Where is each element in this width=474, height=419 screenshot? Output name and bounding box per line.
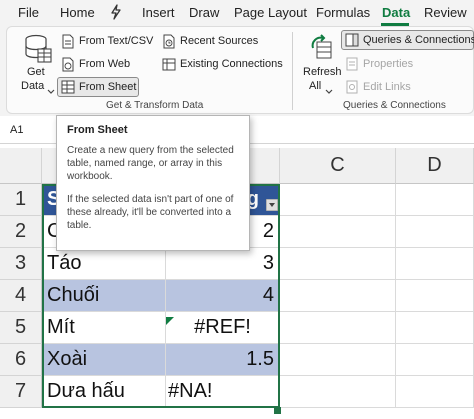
row-header-1[interactable]: 1 bbox=[0, 184, 42, 216]
tab-file[interactable]: File bbox=[18, 5, 39, 20]
cell-d2[interactable] bbox=[396, 216, 474, 248]
recent-sources-button[interactable]: Recent Sources bbox=[180, 35, 258, 47]
chevron-down-icon[interactable] bbox=[325, 82, 333, 100]
from-web-button[interactable]: From Web bbox=[79, 58, 130, 70]
row-header-7[interactable]: 7 bbox=[0, 376, 42, 408]
group-separator bbox=[292, 32, 293, 110]
tab-draw[interactable]: Draw bbox=[189, 5, 219, 20]
cell-b7[interactable]: #NA! bbox=[166, 376, 280, 408]
text-file-icon bbox=[61, 34, 75, 54]
table-icon bbox=[61, 80, 75, 99]
column-header-c[interactable]: C bbox=[280, 148, 396, 184]
cell-b5[interactable]: #REF! bbox=[166, 312, 280, 344]
cell-a4[interactable]: Chuối bbox=[42, 280, 166, 312]
recent-sources-icon bbox=[162, 34, 176, 54]
get-data-button[interactable] bbox=[24, 34, 52, 69]
cell-a5[interactable]: Mít bbox=[42, 312, 166, 344]
cell-d3[interactable] bbox=[396, 248, 474, 280]
tooltip-title: From Sheet bbox=[67, 124, 128, 136]
error-indicator-icon bbox=[166, 312, 174, 330]
name-box[interactable]: A1 bbox=[10, 124, 23, 136]
web-page-icon bbox=[61, 57, 75, 77]
filter-dropdown-icon[interactable] bbox=[265, 198, 279, 216]
select-all-corner[interactable] bbox=[0, 148, 42, 184]
from-text-csv-button[interactable]: From Text/CSV bbox=[79, 35, 153, 47]
tab-insert[interactable]: Insert bbox=[142, 5, 175, 20]
properties-button[interactable]: Properties bbox=[363, 58, 413, 70]
row-header-6[interactable]: 6 bbox=[0, 344, 42, 376]
menu-bar: File Home Insert Draw Page Layout Formul… bbox=[0, 0, 474, 26]
queries-pane-icon bbox=[345, 33, 359, 52]
tab-formulas[interactable]: Formulas bbox=[316, 5, 370, 20]
cell-c1[interactable] bbox=[280, 184, 396, 216]
from-sheet-label[interactable]: From Sheet bbox=[79, 81, 136, 93]
edit-links-button[interactable]: Edit Links bbox=[363, 81, 411, 93]
cell-c6[interactable] bbox=[280, 344, 396, 376]
cell-d6[interactable] bbox=[396, 344, 474, 376]
refresh-all-label-2[interactable]: All bbox=[309, 80, 321, 92]
cell-c7[interactable] bbox=[280, 376, 396, 408]
cell-d1[interactable] bbox=[396, 184, 474, 216]
row-header-3[interactable]: 3 bbox=[0, 248, 42, 280]
cell-b4[interactable]: 4 bbox=[166, 280, 280, 312]
from-sheet-tooltip: From Sheet Create a new query from the s… bbox=[56, 115, 250, 251]
cell-a7[interactable]: Dưa hấu bbox=[42, 376, 166, 408]
cell-b6[interactable]: 1.5 bbox=[166, 344, 280, 376]
tooltip-paragraph-1: Create a new query from the selected tab… bbox=[67, 145, 234, 182]
cell-a6[interactable]: Xoài bbox=[42, 344, 166, 376]
cell-c2[interactable] bbox=[280, 216, 396, 248]
chevron-down-icon[interactable] bbox=[47, 82, 55, 100]
row-header-2[interactable]: 2 bbox=[0, 216, 42, 248]
tab-review[interactable]: Review bbox=[424, 5, 467, 20]
row-header-5[interactable]: 5 bbox=[0, 312, 42, 344]
existing-connections-icon bbox=[162, 57, 176, 77]
row-header-4[interactable]: 4 bbox=[0, 280, 42, 312]
cell-d7[interactable] bbox=[396, 376, 474, 408]
cell-d4[interactable] bbox=[396, 280, 474, 312]
properties-icon bbox=[345, 57, 359, 76]
group-label-queries: Queries & Connections bbox=[343, 100, 446, 111]
refresh-icon[interactable] bbox=[308, 34, 336, 67]
group-label-get-transform: Get & Transform Data bbox=[106, 100, 204, 111]
refresh-all-label[interactable]: Refresh bbox=[303, 66, 342, 78]
tab-home[interactable]: Home bbox=[60, 5, 95, 20]
get-data-label[interactable]: Get bbox=[27, 66, 45, 78]
get-data-label-2[interactable]: Data bbox=[21, 80, 44, 92]
resize-handle-icon[interactable] bbox=[274, 401, 281, 419]
draw-pen-icon[interactable] bbox=[108, 4, 124, 25]
tab-page-layout[interactable]: Page Layout bbox=[234, 5, 307, 20]
tooltip-paragraph-2: If the selected data isn't part of one o… bbox=[67, 194, 234, 231]
cell-c5[interactable] bbox=[280, 312, 396, 344]
cell-c3[interactable] bbox=[280, 248, 396, 280]
cell-d5[interactable] bbox=[396, 312, 474, 344]
cell-a3[interactable]: Táo bbox=[42, 248, 166, 280]
queries-connections-label[interactable]: Queries & Connections bbox=[363, 34, 474, 46]
edit-links-icon bbox=[345, 80, 359, 99]
existing-connections-button[interactable]: Existing Connections bbox=[180, 58, 283, 70]
tab-data[interactable]: Data bbox=[382, 5, 410, 20]
cell-c4[interactable] bbox=[280, 280, 396, 312]
column-header-d[interactable]: D bbox=[396, 148, 474, 184]
cell-b3[interactable]: 3 bbox=[166, 248, 280, 280]
